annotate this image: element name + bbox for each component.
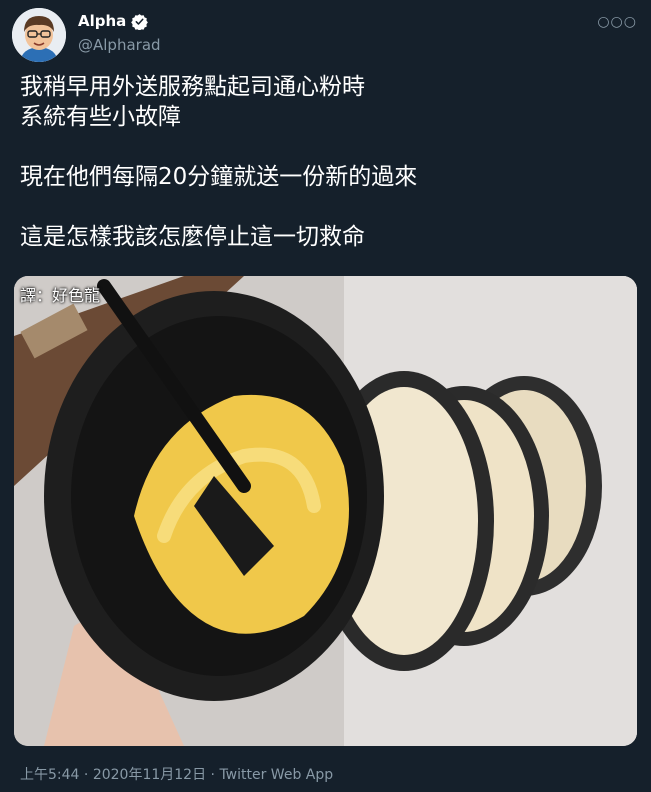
tweet-line: 我稍早用外送服務點起司通心粉時	[20, 74, 365, 100]
avatar[interactable]	[12, 8, 66, 62]
author-handle[interactable]: @Alpharad	[78, 36, 161, 54]
tweet-line: 這是怎樣我該怎麼停止這一切救命	[20, 224, 365, 250]
cartoon-avatar-icon	[12, 8, 66, 62]
tweet-date[interactable]: 2020年11月12日	[93, 767, 206, 783]
more-options-icon[interactable]: ○○○	[597, 14, 637, 30]
tweet-meta: 上午5:44 · 2020年11月12日 · Twitter Web App	[20, 764, 333, 784]
photo-watermark: 譯：好色龍	[20, 286, 101, 305]
verified-badge-icon	[131, 13, 149, 30]
tweet-source-app[interactable]: Twitter Web App	[219, 767, 333, 783]
tweet-photo[interactable]: 譯：好色龍	[14, 276, 637, 746]
author-display-name[interactable]: Alpha	[78, 12, 126, 30]
meta-separator: ·	[79, 767, 93, 783]
tweet-time[interactable]: 上午5:44	[20, 767, 79, 783]
mac-and-cheese-photo	[14, 276, 637, 746]
author-name-row[interactable]: Alpha	[78, 12, 149, 30]
tweet-line: 系統有些小故障	[20, 104, 181, 130]
tweet-text: 我稍早用外送服務點起司通心粉時 系統有些小故障 現在他們每隔20分鐘就送一份新的…	[20, 72, 632, 252]
meta-separator: ·	[206, 767, 220, 783]
tweet-line: 現在他們每隔20分鐘就送一份新的過來	[20, 164, 418, 190]
